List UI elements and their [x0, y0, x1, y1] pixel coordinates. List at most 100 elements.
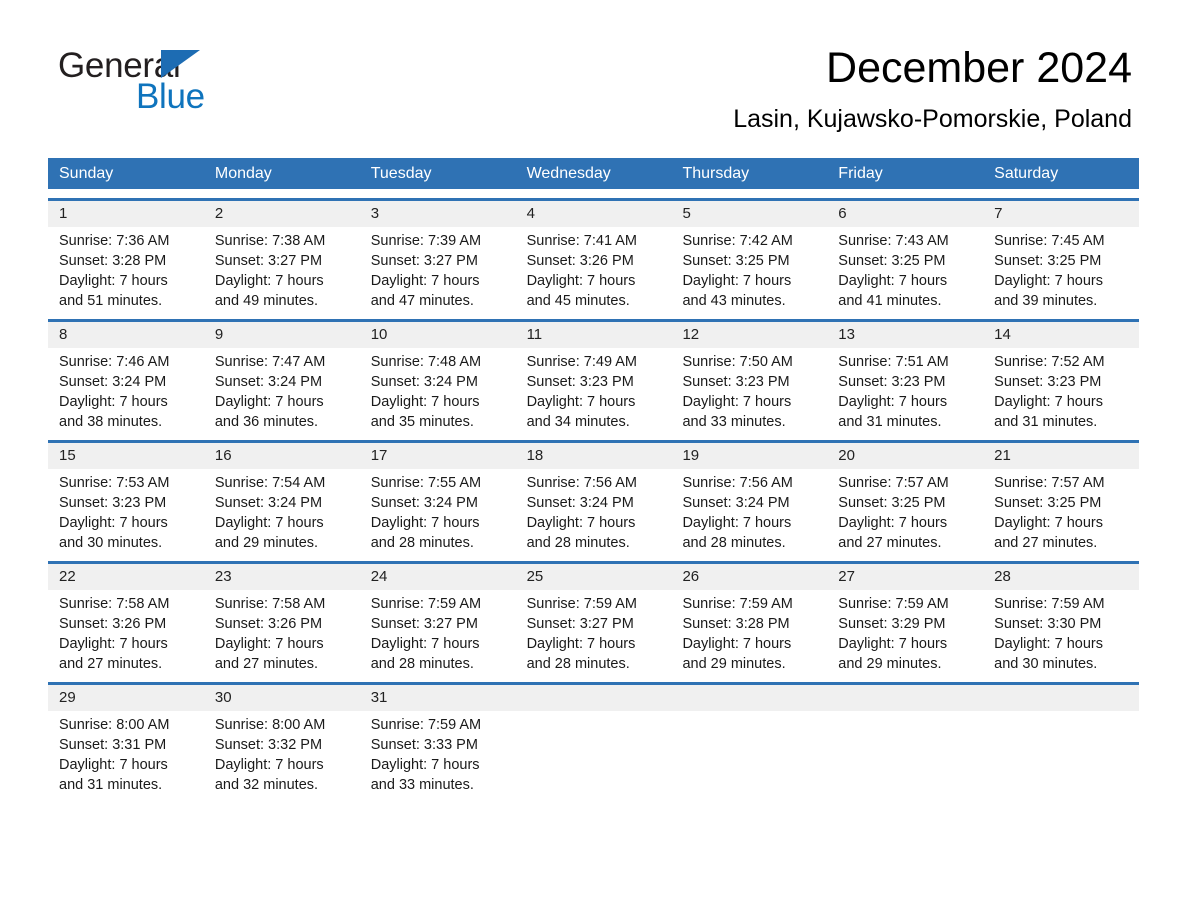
- day-cell[interactable]: Sunrise: 7:43 AM Sunset: 3:25 PM Dayligh…: [827, 227, 983, 310]
- day-number[interactable]: 9: [204, 322, 360, 348]
- day-cell[interactable]: Sunrise: 8:00 AM Sunset: 3:31 PM Dayligh…: [48, 711, 204, 794]
- sunrise-text: Sunrise: 7:59 AM: [994, 596, 1105, 612]
- day-cell[interactable]: Sunrise: 7:57 AM Sunset: 3:25 PM Dayligh…: [983, 469, 1139, 552]
- sunset-text: Sunset: 3:24 PM: [214, 374, 323, 390]
- daylight-text-line2: and 49 minutes.: [214, 293, 319, 309]
- day-number[interactable]: 13: [827, 322, 983, 348]
- day-number[interactable]: 28: [983, 564, 1139, 590]
- day-number[interactable]: 8: [48, 322, 204, 348]
- daylight-text-line2: and 36 minutes.: [214, 414, 319, 430]
- day-number[interactable]: 5: [671, 201, 827, 227]
- day-number[interactable]: 15: [48, 443, 204, 469]
- day-cell[interactable]: Sunrise: 7:53 AM Sunset: 3:23 PM Dayligh…: [48, 469, 204, 552]
- calendar-page: General Blue December 2024 Lasin, Kujaws…: [0, 0, 1188, 918]
- daylight-text-line1: Daylight: 7 hours: [370, 636, 480, 652]
- day-number[interactable]: 24: [360, 564, 516, 590]
- day-cell[interactable]: Sunrise: 7:58 AM Sunset: 3:26 PM Dayligh…: [204, 590, 360, 673]
- day-cell[interactable]: Sunrise: 7:51 AM Sunset: 3:23 PM Dayligh…: [827, 348, 983, 431]
- day-cell[interactable]: Sunrise: 7:54 AM Sunset: 3:24 PM Dayligh…: [204, 469, 360, 552]
- day-cell[interactable]: Sunrise: 7:36 AM Sunset: 3:28 PM Dayligh…: [48, 227, 204, 310]
- day-cell[interactable]: Sunrise: 7:47 AM Sunset: 3:24 PM Dayligh…: [204, 348, 360, 431]
- day-number[interactable]: 17: [360, 443, 516, 469]
- day-number[interactable]: 14: [983, 322, 1139, 348]
- day-cell-empty: [516, 711, 672, 794]
- daylight-text-line2: and 47 minutes.: [370, 293, 474, 309]
- day-cell[interactable]: Sunrise: 7:58 AM Sunset: 3:26 PM Dayligh…: [48, 590, 204, 673]
- day-number[interactable]: 11: [516, 322, 672, 348]
- day-number[interactable]: 2: [204, 201, 360, 227]
- day-cell[interactable]: Sunrise: 7:48 AM Sunset: 3:24 PM Dayligh…: [360, 348, 516, 431]
- day-cell[interactable]: Sunrise: 7:45 AM Sunset: 3:25 PM Dayligh…: [983, 227, 1139, 310]
- day-cell[interactable]: Sunrise: 7:59 AM Sunset: 3:27 PM Dayligh…: [360, 590, 516, 673]
- daylight-text-line2: and 29 minutes.: [838, 656, 942, 672]
- day-cell[interactable]: Sunrise: 7:49 AM Sunset: 3:23 PM Dayligh…: [516, 348, 672, 431]
- day-number[interactable]: 27: [827, 564, 983, 590]
- day-info-row: Sunrise: 7:46 AM Sunset: 3:24 PM Dayligh…: [48, 348, 1139, 431]
- daylight-text-line1: Daylight: 7 hours: [526, 394, 636, 410]
- day-cell[interactable]: Sunrise: 7:59 AM Sunset: 3:30 PM Dayligh…: [983, 590, 1139, 673]
- day-number[interactable]: 23: [204, 564, 360, 590]
- day-cell[interactable]: Sunrise: 7:59 AM Sunset: 3:33 PM Dayligh…: [360, 711, 516, 794]
- logo-triangle-icon: [161, 50, 200, 78]
- daylight-text-line2: and 34 minutes.: [526, 414, 630, 430]
- day-cell[interactable]: Sunrise: 7:41 AM Sunset: 3:26 PM Dayligh…: [516, 227, 672, 310]
- day-number[interactable]: 10: [360, 322, 516, 348]
- day-cell[interactable]: Sunrise: 7:42 AM Sunset: 3:25 PM Dayligh…: [671, 227, 827, 310]
- sunrise-text: Sunrise: 7:57 AM: [994, 475, 1105, 491]
- sunrise-text: Sunrise: 7:59 AM: [838, 596, 949, 612]
- sunrise-text: Sunrise: 7:41 AM: [526, 233, 637, 249]
- sunset-text: Sunset: 3:27 PM: [526, 616, 634, 632]
- page-subtitle-location: Lasin, Kujawsko-Pomorskie, Poland: [733, 105, 1132, 133]
- day-cell[interactable]: Sunrise: 8:00 AM Sunset: 3:32 PM Dayligh…: [204, 711, 360, 794]
- sunset-text: Sunset: 3:26 PM: [526, 253, 634, 269]
- sunrise-text: Sunrise: 7:45 AM: [994, 233, 1105, 249]
- day-number[interactable]: 31: [360, 685, 516, 711]
- daylight-text-line2: and 28 minutes.: [370, 535, 474, 551]
- day-number[interactable]: 16: [204, 443, 360, 469]
- day-info-row: Sunrise: 7:58 AM Sunset: 3:26 PM Dayligh…: [48, 590, 1139, 673]
- day-number[interactable]: 22: [48, 564, 204, 590]
- daylight-text-line2: and 33 minutes.: [682, 414, 786, 430]
- day-number[interactable]: 21: [983, 443, 1139, 469]
- day-number[interactable]: 29: [48, 685, 204, 711]
- day-number[interactable]: 1: [48, 201, 204, 227]
- day-cell[interactable]: Sunrise: 7:56 AM Sunset: 3:24 PM Dayligh…: [671, 469, 827, 552]
- day-cell[interactable]: Sunrise: 7:38 AM Sunset: 3:27 PM Dayligh…: [204, 227, 360, 310]
- day-cell[interactable]: Sunrise: 7:59 AM Sunset: 3:29 PM Dayligh…: [827, 590, 983, 673]
- day-number[interactable]: 26: [671, 564, 827, 590]
- day-cell[interactable]: Sunrise: 7:46 AM Sunset: 3:24 PM Dayligh…: [48, 348, 204, 431]
- sunset-text: Sunset: 3:23 PM: [59, 495, 167, 511]
- day-cell[interactable]: Sunrise: 7:39 AM Sunset: 3:27 PM Dayligh…: [360, 227, 516, 310]
- daylight-text-line2: and 28 minutes.: [526, 535, 630, 551]
- day-cell[interactable]: Sunrise: 7:50 AM Sunset: 3:23 PM Dayligh…: [671, 348, 827, 431]
- daylight-text-line2: and 31 minutes.: [994, 414, 1098, 430]
- calendar-week-row: 1 2 3 4 5 6 7 Sunrise: 7:36 AM Sunset: 3…: [48, 198, 1139, 310]
- daylight-text-line2: and 39 minutes.: [994, 293, 1098, 309]
- day-number[interactable]: 6: [827, 201, 983, 227]
- day-number[interactable]: 18: [516, 443, 672, 469]
- day-number-empty: [671, 685, 827, 711]
- day-number[interactable]: 20: [827, 443, 983, 469]
- day-cell[interactable]: Sunrise: 7:57 AM Sunset: 3:25 PM Dayligh…: [827, 469, 983, 552]
- sunset-text: Sunset: 3:24 PM: [526, 495, 634, 511]
- sunset-text: Sunset: 3:23 PM: [682, 374, 790, 390]
- day-cell[interactable]: Sunrise: 7:59 AM Sunset: 3:28 PM Dayligh…: [671, 590, 827, 673]
- day-number[interactable]: 25: [516, 564, 672, 590]
- day-number[interactable]: 12: [671, 322, 827, 348]
- day-number[interactable]: 7: [983, 201, 1139, 227]
- day-cell[interactable]: Sunrise: 7:52 AM Sunset: 3:23 PM Dayligh…: [983, 348, 1139, 431]
- daylight-text-line2: and 51 minutes.: [59, 293, 163, 309]
- day-number[interactable]: 3: [360, 201, 516, 227]
- day-cell[interactable]: Sunrise: 7:55 AM Sunset: 3:24 PM Dayligh…: [360, 469, 516, 552]
- daylight-text-line2: and 29 minutes.: [214, 535, 319, 551]
- general-blue-logo[interactable]: General Blue: [58, 48, 318, 120]
- daylight-text-line1: Daylight: 7 hours: [994, 273, 1103, 289]
- day-cell[interactable]: Sunrise: 7:56 AM Sunset: 3:24 PM Dayligh…: [516, 469, 672, 552]
- daylight-text-line1: Daylight: 7 hours: [214, 273, 324, 289]
- day-cell[interactable]: Sunrise: 7:59 AM Sunset: 3:27 PM Dayligh…: [516, 590, 672, 673]
- day-number[interactable]: 30: [204, 685, 360, 711]
- day-number[interactable]: 4: [516, 201, 672, 227]
- sunset-text: Sunset: 3:24 PM: [682, 495, 790, 511]
- day-number[interactable]: 19: [671, 443, 827, 469]
- day-info-row: Sunrise: 7:36 AM Sunset: 3:28 PM Dayligh…: [48, 227, 1139, 310]
